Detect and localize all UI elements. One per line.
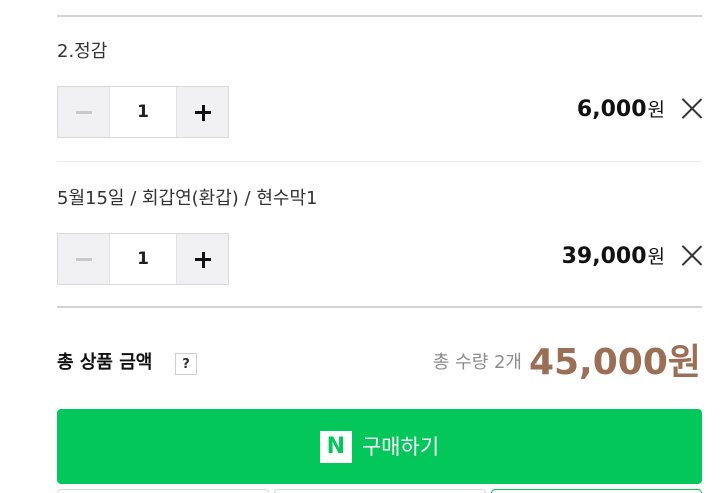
naver-n-icon: N xyxy=(319,430,352,463)
total-price: 45,000원 xyxy=(528,342,701,383)
order-summary-panel: 2.정감 1 6,000원 5월15일 / 회갑연(환갑) / 현수막1 1 3… xyxy=(0,0,728,493)
option-divider xyxy=(57,161,702,162)
quantity-stepper: 1 xyxy=(57,86,229,138)
close-icon[interactable] xyxy=(681,244,703,266)
option-price-value: 39,000 xyxy=(561,244,647,269)
option-price-value: 6,000 xyxy=(576,97,647,122)
help-button[interactable]: ? xyxy=(175,353,197,375)
quantity-value[interactable]: 1 xyxy=(110,87,176,137)
total-count: 총 수량 2개 xyxy=(432,352,522,373)
summary-divider xyxy=(57,306,702,308)
minus-icon xyxy=(75,257,92,261)
option-price-currency: 원 xyxy=(647,99,665,121)
buy-button-label: 구매하기 xyxy=(361,434,440,459)
minus-icon xyxy=(75,110,92,114)
option-price: 39,000원 xyxy=(562,244,665,270)
option-name: 5월15일 / 회갑연(환갑) / 현수막1 xyxy=(57,188,318,209)
quantity-value[interactable]: 1 xyxy=(110,234,176,284)
secondary-button[interactable] xyxy=(274,489,486,493)
decrease-button[interactable] xyxy=(58,234,110,284)
option-name: 2.정감 xyxy=(57,41,108,62)
option-price: 6,000원 xyxy=(577,97,665,123)
top-divider xyxy=(57,15,702,17)
naver-pay-buy-button[interactable]: N 구매하기 xyxy=(57,409,702,484)
decrease-button[interactable] xyxy=(58,87,110,137)
increase-button[interactable] xyxy=(176,87,228,137)
option-price-currency: 원 xyxy=(647,246,665,268)
quantity-stepper: 1 xyxy=(57,233,229,285)
secondary-button[interactable] xyxy=(491,489,702,493)
secondary-button[interactable] xyxy=(57,489,269,493)
increase-button[interactable] xyxy=(176,234,228,284)
close-icon[interactable] xyxy=(681,97,703,119)
total-label: 총 상품 금액 xyxy=(57,352,153,373)
